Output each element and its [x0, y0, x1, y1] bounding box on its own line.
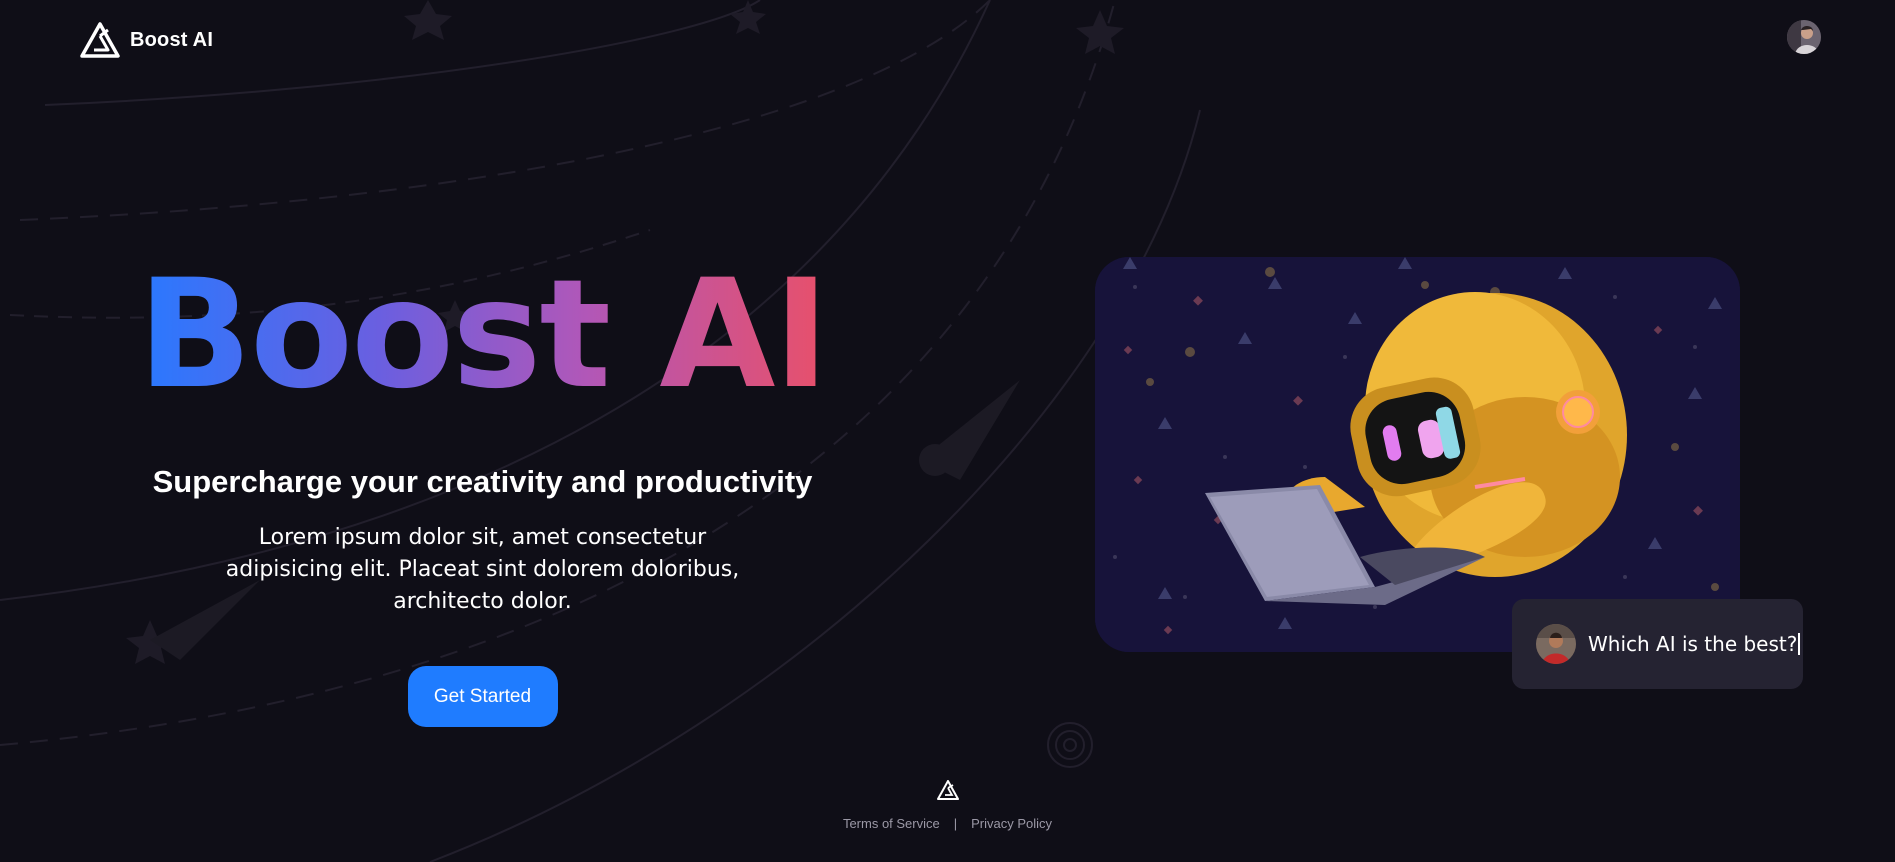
chat-prompt-input[interactable]: Which AI is the best? — [1512, 599, 1803, 689]
hero-subtitle: Supercharge your creativity and producti… — [152, 464, 813, 499]
triangle-logo-icon — [80, 22, 120, 58]
footer-separator: | — [953, 816, 958, 831]
robot-with-laptop-illustration — [1095, 257, 1740, 652]
chat-user-avatar — [1536, 624, 1576, 664]
hero-section: Boost AI Supercharge your creativity and… — [120, 260, 845, 727]
text-caret — [1798, 633, 1801, 655]
terms-of-service-link[interactable]: Terms of Service — [843, 816, 940, 831]
hero-description: Lorem ipsum dolor sit, amet consectetur … — [225, 525, 740, 614]
chat-text-value: Which AI is the best? — [1588, 632, 1798, 656]
footer-links: Terms of Service | Privacy Policy — [0, 816, 1895, 831]
hero-title: Boost AI — [137, 248, 830, 422]
get-started-button[interactable]: Get Started — [407, 666, 558, 727]
chat-text: Which AI is the best? — [1588, 632, 1801, 656]
site-footer: Terms of Service | Privacy Policy — [0, 780, 1895, 831]
triangle-logo-icon — [936, 780, 959, 800]
brand-name: Boost AI — [130, 28, 214, 51]
brand-home-link[interactable]: Boost AI — [80, 22, 213, 58]
site-header: Boost AI — [0, 0, 1895, 80]
privacy-policy-link[interactable]: Privacy Policy — [971, 816, 1052, 831]
user-avatar[interactable] — [1787, 20, 1821, 54]
